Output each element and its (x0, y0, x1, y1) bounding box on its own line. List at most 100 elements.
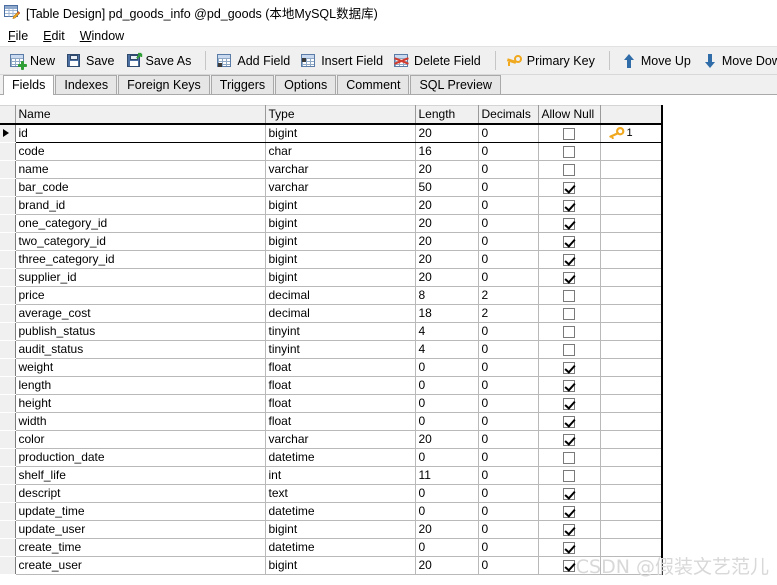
cell-field-length[interactable]: 0 (415, 538, 479, 557)
cell-field-decimals[interactable]: 0 (478, 538, 539, 557)
cell-primary-key[interactable] (600, 466, 663, 485)
cell-field-name[interactable]: update_user (15, 520, 266, 539)
row-selector[interactable] (0, 466, 16, 485)
move-up-button[interactable]: Move Up (617, 49, 698, 72)
header-type[interactable]: Type (265, 105, 416, 125)
table-row[interactable]: weight float 0 0 (0, 358, 663, 377)
row-selector[interactable] (0, 556, 16, 575)
cell-field-name[interactable]: one_category_id (15, 214, 266, 233)
table-row[interactable]: three_category_id bigint 20 0 (0, 250, 663, 269)
row-selector[interactable] (0, 232, 16, 251)
cell-field-decimals[interactable]: 0 (478, 196, 539, 215)
cell-field-name[interactable]: publish_status (15, 322, 266, 341)
cell-field-decimals[interactable]: 0 (478, 160, 539, 179)
move-down-button[interactable]: Move Down (698, 49, 777, 72)
cell-field-decimals[interactable]: 0 (478, 484, 539, 503)
cell-field-name[interactable]: length (15, 376, 266, 395)
table-row[interactable]: shelf_life int 11 0 (0, 466, 663, 485)
allow-null-checkbox[interactable] (563, 361, 575, 374)
row-selector[interactable] (0, 502, 16, 521)
cell-field-length[interactable]: 16 (415, 142, 479, 161)
cell-field-type[interactable]: bigint (265, 556, 416, 575)
cell-allow-null[interactable] (538, 286, 601, 305)
cell-allow-null[interactable] (538, 268, 601, 287)
cell-primary-key[interactable]: 1 (600, 123, 663, 143)
cell-field-length[interactable]: 11 (415, 466, 479, 485)
cell-field-type[interactable]: float (265, 358, 416, 377)
new-button[interactable]: New (6, 49, 62, 72)
cell-field-name[interactable]: name (15, 160, 266, 179)
table-row[interactable]: brand_id bigint 20 0 (0, 196, 663, 215)
row-selector[interactable] (0, 412, 16, 431)
cell-field-length[interactable]: 0 (415, 448, 479, 467)
cell-field-decimals[interactable]: 0 (478, 448, 539, 467)
cell-primary-key[interactable] (600, 556, 663, 575)
table-row[interactable]: width float 0 0 (0, 412, 663, 431)
cell-field-type[interactable]: decimal (265, 304, 416, 323)
table-row[interactable]: two_category_id bigint 20 0 (0, 232, 663, 251)
cell-field-type[interactable]: text (265, 484, 416, 503)
row-selector[interactable] (0, 250, 16, 269)
cell-primary-key[interactable] (600, 232, 663, 251)
cell-primary-key[interactable] (600, 286, 663, 305)
row-selector[interactable] (0, 430, 16, 449)
cell-field-name[interactable]: weight (15, 358, 266, 377)
cell-field-type[interactable]: float (265, 412, 416, 431)
cell-field-type[interactable]: varchar (265, 160, 416, 179)
allow-null-checkbox[interactable] (563, 307, 575, 320)
table-row[interactable]: descript text 0 0 (0, 484, 663, 503)
allow-null-checkbox[interactable] (563, 289, 575, 302)
menu-window[interactable]: Window (78, 28, 126, 44)
tab-indexes[interactable]: Indexes (55, 75, 118, 94)
row-selector[interactable] (0, 340, 16, 359)
row-selector[interactable] (0, 394, 16, 413)
tab-sql-preview[interactable]: SQL Preview (410, 75, 501, 94)
cell-primary-key[interactable] (600, 448, 663, 467)
cell-field-type[interactable]: float (265, 376, 416, 395)
cell-field-type[interactable]: varchar (265, 178, 416, 197)
cell-field-decimals[interactable]: 0 (478, 430, 539, 449)
cell-field-name[interactable]: audit_status (15, 340, 266, 359)
row-selector[interactable] (0, 520, 16, 539)
allow-null-checkbox[interactable] (563, 523, 575, 536)
cell-allow-null[interactable] (538, 430, 601, 449)
cell-allow-null[interactable] (538, 556, 601, 575)
table-row[interactable]: bar_code varchar 50 0 (0, 178, 663, 197)
cell-allow-null[interactable] (538, 232, 601, 251)
cell-field-length[interactable]: 0 (415, 358, 479, 377)
cell-allow-null[interactable] (538, 412, 601, 431)
cell-field-decimals[interactable]: 0 (478, 556, 539, 575)
cell-field-decimals[interactable]: 2 (478, 304, 539, 323)
cell-field-name[interactable]: color (15, 430, 266, 449)
cell-field-length[interactable]: 8 (415, 286, 479, 305)
allow-null-checkbox[interactable] (563, 127, 575, 140)
table-row[interactable]: supplier_id bigint 20 0 (0, 268, 663, 287)
menu-file[interactable]: File (6, 28, 30, 44)
row-selector[interactable] (0, 538, 16, 557)
save-button[interactable]: Save (62, 49, 122, 72)
cell-allow-null[interactable] (538, 160, 601, 179)
allow-null-checkbox[interactable] (563, 145, 575, 158)
cell-allow-null[interactable] (538, 520, 601, 539)
cell-primary-key[interactable] (600, 484, 663, 503)
allow-null-checkbox[interactable] (563, 451, 575, 464)
cell-primary-key[interactable] (600, 538, 663, 557)
cell-primary-key[interactable] (600, 412, 663, 431)
row-selector[interactable] (0, 214, 16, 233)
cell-field-name[interactable]: id (15, 123, 266, 143)
allow-null-checkbox[interactable] (563, 469, 575, 482)
cell-field-decimals[interactable]: 0 (478, 268, 539, 287)
allow-null-checkbox[interactable] (563, 271, 575, 284)
cell-allow-null[interactable] (538, 142, 601, 161)
table-row[interactable]: price decimal 8 2 (0, 286, 663, 305)
allow-null-checkbox[interactable] (563, 163, 575, 176)
cell-primary-key[interactable] (600, 250, 663, 269)
cell-allow-null[interactable] (538, 466, 601, 485)
cell-field-decimals[interactable]: 0 (478, 358, 539, 377)
allow-null-checkbox[interactable] (563, 487, 575, 500)
cell-primary-key[interactable] (600, 502, 663, 521)
table-row[interactable]: average_cost decimal 18 2 (0, 304, 663, 323)
delete-field-button[interactable]: Delete Field (390, 49, 488, 72)
row-selector[interactable] (0, 358, 16, 377)
cell-allow-null[interactable] (538, 358, 601, 377)
